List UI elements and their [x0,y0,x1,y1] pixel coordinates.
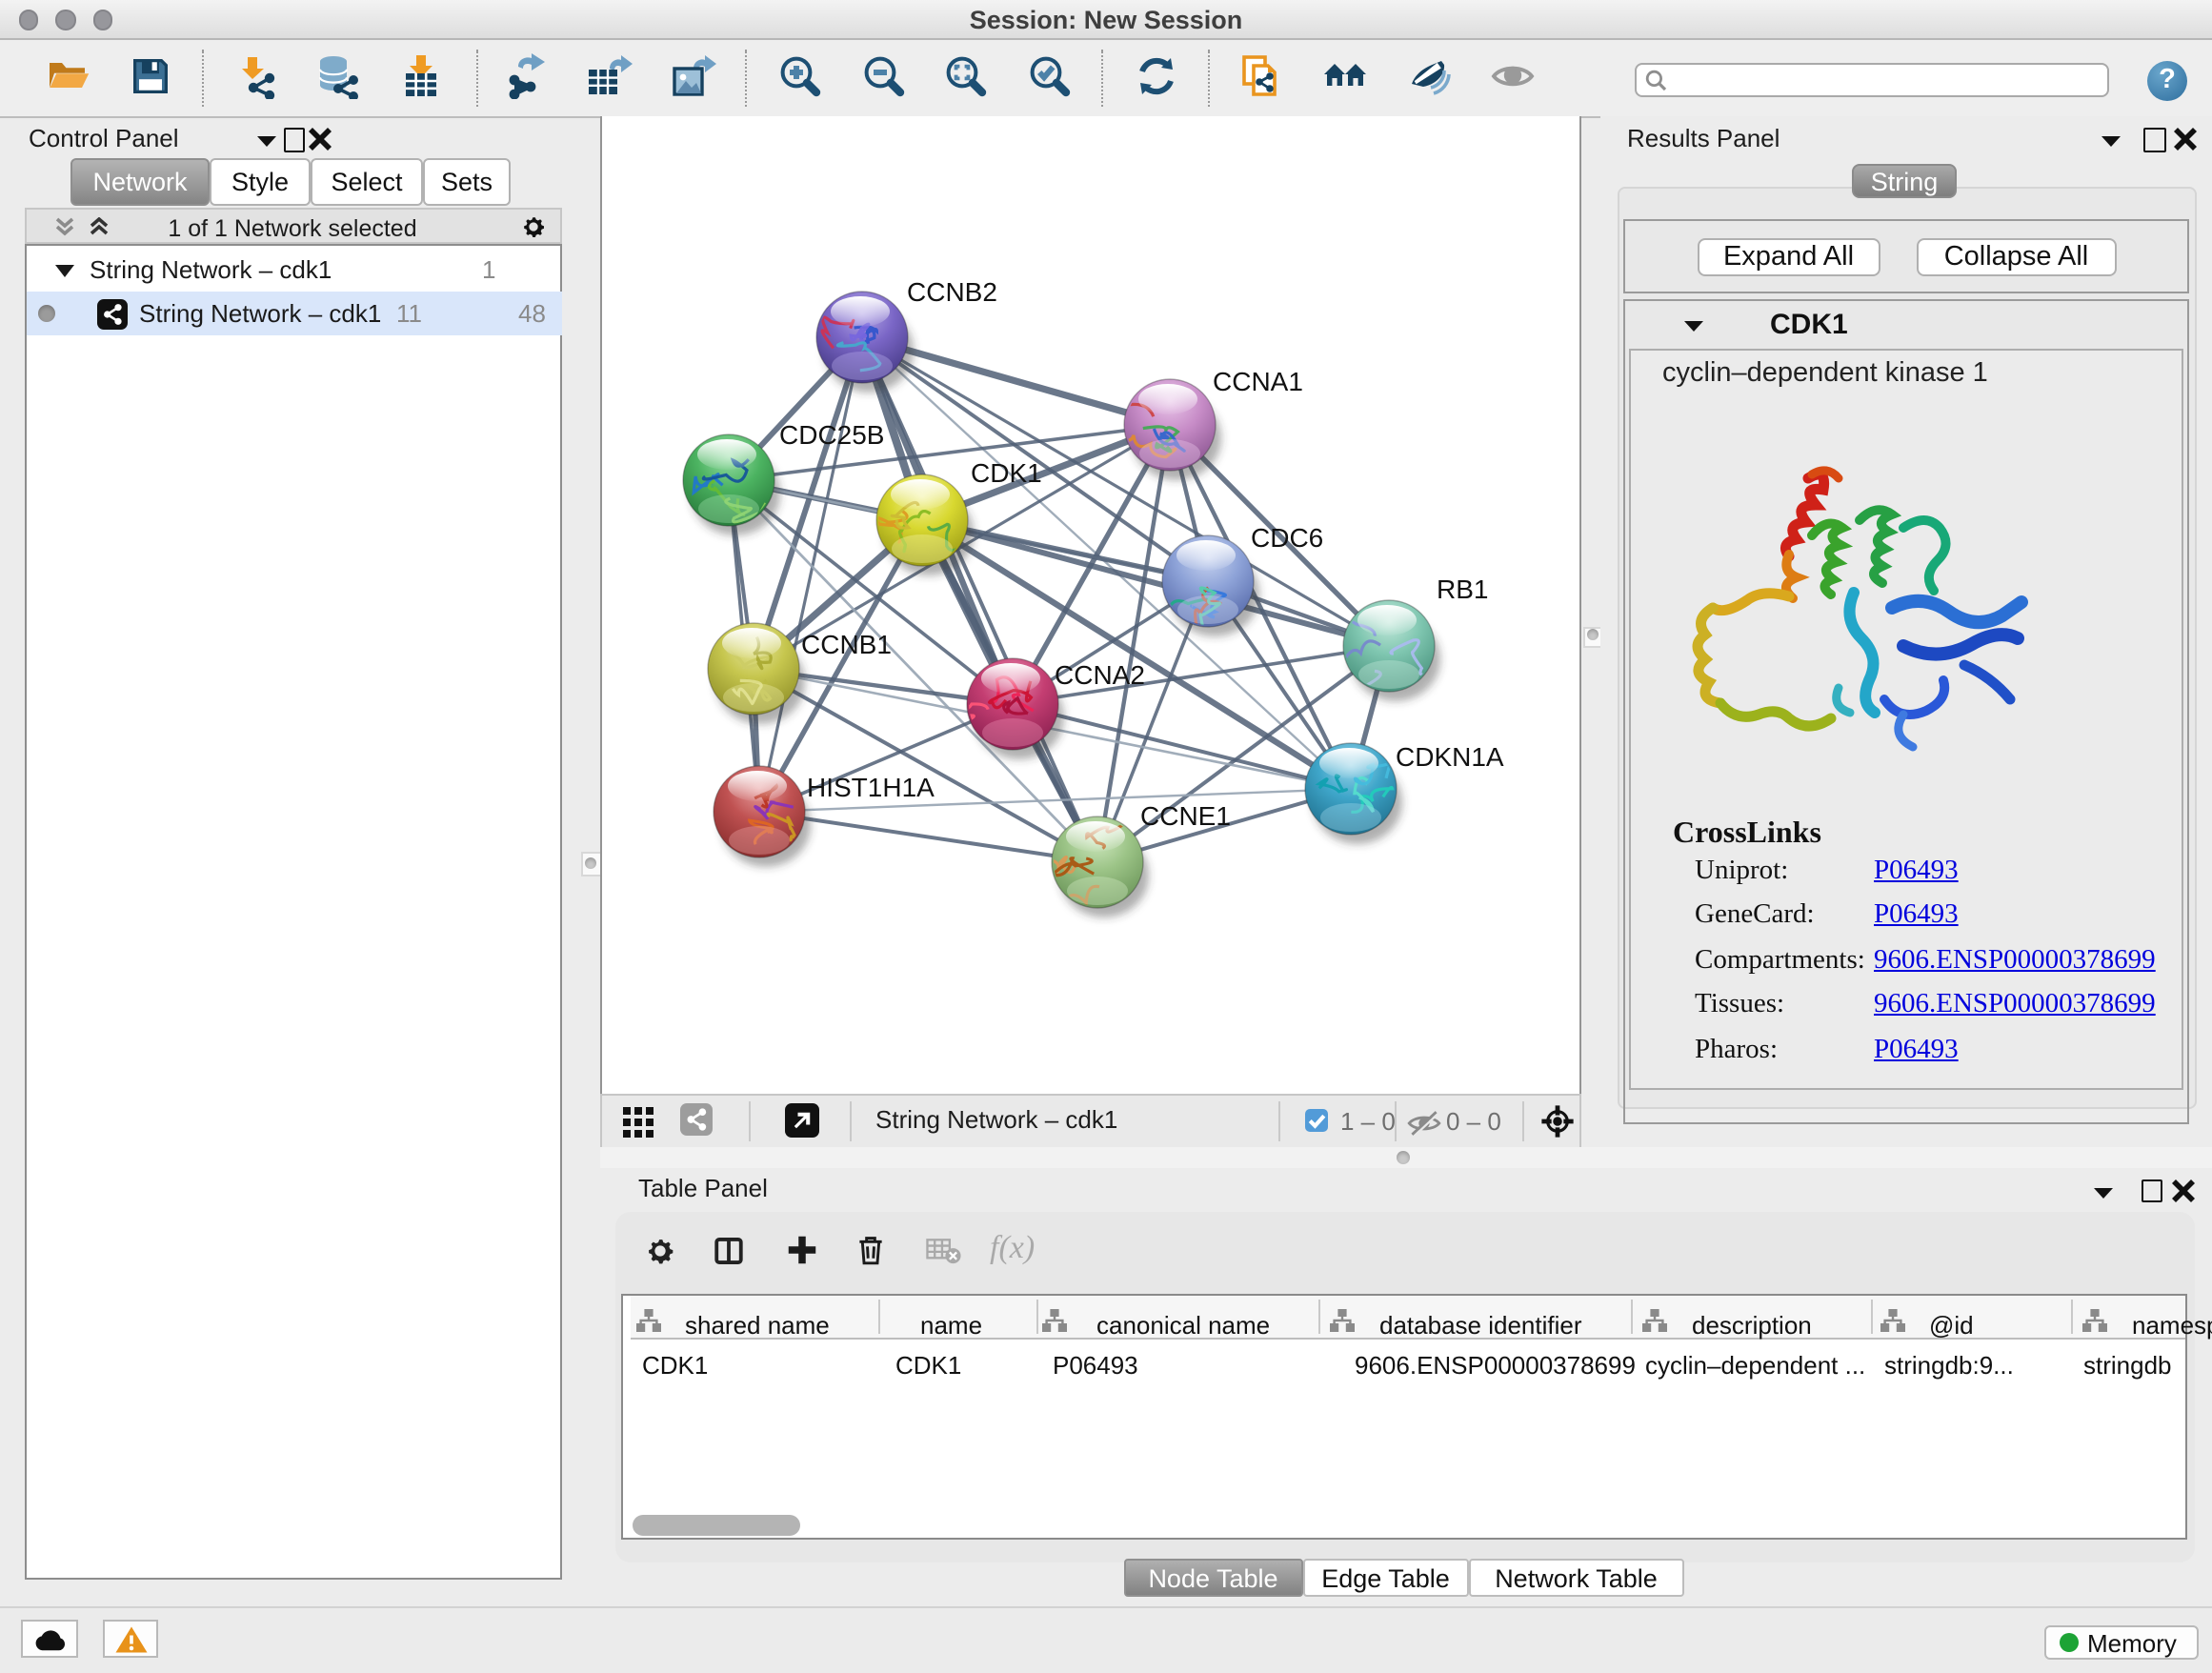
svg-text:CCNB1: CCNB1 [800,630,891,659]
svg-text:CCNE1: CCNE1 [1139,801,1230,831]
svg-text:CCNB2: CCNB2 [906,277,996,307]
svg-text:CDC25B: CDC25B [778,420,883,450]
svg-text:CCNA1: CCNA1 [1212,367,1302,396]
svg-text:HIST1H1A: HIST1H1A [806,773,934,802]
svg-text:CDC6: CDC6 [1250,523,1322,553]
svg-text:CDK1: CDK1 [970,458,1041,488]
svg-text:RB1: RB1 [1436,574,1487,604]
svg-text:CCNA2: CCNA2 [1054,660,1144,690]
svg-text:CDKN1A: CDKN1A [1395,742,1503,772]
